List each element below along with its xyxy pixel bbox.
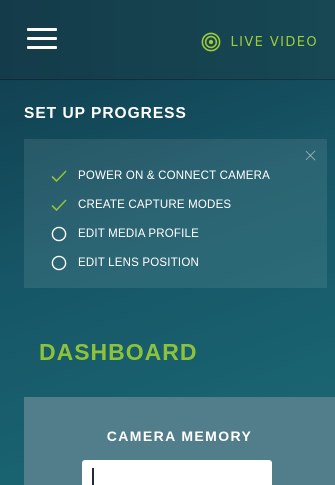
hamburger-bar [27, 28, 57, 31]
hamburger-bar [27, 37, 57, 40]
live-broadcast-icon [201, 32, 220, 52]
setup-step-power-on[interactable]: POWER ON & CONNECT CAMERA [51, 161, 270, 190]
live-video-button[interactable]: LIVE VIDEO [201, 31, 319, 53]
dashboard-title: DASHBOARD [39, 339, 198, 365]
setup-step-label: EDIT LENS POSITION [78, 256, 199, 269]
setup-progress-title: SET UP PROGRESS [24, 105, 187, 122]
close-icon[interactable] [305, 150, 316, 161]
setup-progress-card: POWER ON & CONNECT CAMERA CREATE CAPTURE… [24, 139, 327, 288]
live-video-label: LIVE VIDEO [230, 34, 318, 50]
setup-step-capture-modes[interactable]: CREATE CAPTURE MODES [51, 190, 270, 219]
checkmark-icon [51, 198, 67, 211]
setup-step-label: EDIT MEDIA PROFILE [78, 227, 199, 240]
setup-step-label: POWER ON & CONNECT CAMERA [78, 169, 270, 182]
hamburger-menu-icon[interactable] [27, 28, 57, 50]
setup-step-lens-position[interactable]: EDIT LENS POSITION [51, 248, 270, 277]
camera-memory-panel: CAMERA MEMORY [24, 397, 335, 485]
setup-steps-list: POWER ON & CONNECT CAMERA CREATE CAPTURE… [51, 161, 270, 277]
camera-memory-title: CAMERA MEMORY [106, 428, 253, 444]
empty-circle-icon [51, 255, 67, 270]
camera-memory-box [82, 460, 272, 485]
empty-circle-icon [51, 226, 67, 241]
hamburger-bar [27, 46, 57, 49]
checkmark-icon [51, 169, 67, 182]
memory-bar-marker [92, 468, 94, 485]
setup-step-media-profile[interactable]: EDIT MEDIA PROFILE [51, 219, 270, 248]
setup-step-label: CREATE CAPTURE MODES [78, 198, 232, 211]
app-header: LIVE VIDEO [0, 0, 335, 80]
